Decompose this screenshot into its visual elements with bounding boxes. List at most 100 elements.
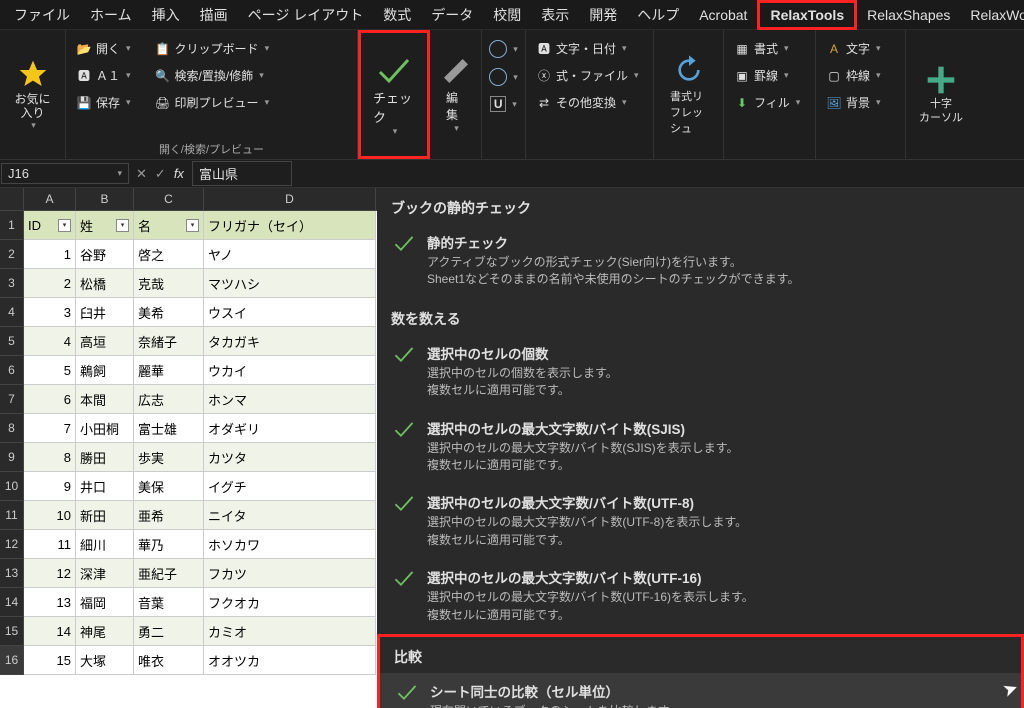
cell[interactable]: ウスイ: [204, 298, 376, 327]
cell[interactable]: 松橋: [76, 269, 134, 298]
cell[interactable]: フクオカ: [204, 588, 376, 617]
cell[interactable]: ホンマ: [204, 385, 376, 414]
cell[interactable]: 新田: [76, 501, 134, 530]
menubar-item[interactable]: RelaxWor: [960, 3, 1024, 27]
menubar-item[interactable]: 挿入: [142, 1, 190, 29]
clipboard-button[interactable]: 📋クリップボード▾: [151, 38, 274, 59]
cell[interactable]: 亜紀子: [134, 559, 204, 588]
cell[interactable]: 7: [24, 414, 76, 443]
print-preview-button[interactable]: 🖨印刷プレビュー▾: [151, 92, 274, 113]
menu-item[interactable]: シート同士の比較（セル単位）現在開いているブックのシートを比較します。セル単位の…: [380, 673, 1021, 708]
menubar-item[interactable]: データ: [421, 1, 483, 29]
cell[interactable]: 大塚: [76, 646, 134, 675]
filter-icon[interactable]: ▾: [58, 219, 71, 232]
menu-item[interactable]: 選択中のセルの最大文字数/バイト数(UTF-8)選択中のセルの最大文字数/バイト…: [377, 484, 1024, 559]
cancel-formula-icon[interactable]: ✕: [136, 166, 147, 182]
cell[interactable]: 神尾: [76, 617, 134, 646]
cell[interactable]: 井口: [76, 472, 134, 501]
cell[interactable]: イグチ: [204, 472, 376, 501]
cell[interactable]: 12: [24, 559, 76, 588]
row-header[interactable]: 15: [0, 617, 24, 646]
confirm-formula-icon[interactable]: ✓: [155, 166, 166, 182]
row-header[interactable]: 4: [0, 298, 24, 327]
cell[interactable]: 細川: [76, 530, 134, 559]
row-header[interactable]: 3: [0, 269, 24, 298]
frame-button[interactable]: ▢枠線▾: [822, 65, 899, 86]
cell[interactable]: 11: [24, 530, 76, 559]
cell[interactable]: オオツカ: [204, 646, 376, 675]
cell[interactable]: 克哉: [134, 269, 204, 298]
cell[interactable]: 美保: [134, 472, 204, 501]
cell[interactable]: 麗華: [134, 356, 204, 385]
open-button[interactable]: 📂開く▾: [72, 38, 135, 59]
menubar-item[interactable]: 表示: [531, 1, 579, 29]
round-icon-button-2[interactable]: ▾: [485, 66, 522, 88]
col-header[interactable]: C: [134, 188, 204, 210]
cell[interactable]: 奈緒子: [134, 327, 204, 356]
cell[interactable]: 美希: [134, 298, 204, 327]
cell[interactable]: 5: [24, 356, 76, 385]
text-button[interactable]: A文字▾: [822, 38, 899, 59]
cell[interactable]: 臼井: [76, 298, 134, 327]
row-header[interactable]: 11: [0, 501, 24, 530]
row-header[interactable]: 14: [0, 588, 24, 617]
row-header[interactable]: 13: [0, 559, 24, 588]
cell[interactable]: 谷野: [76, 240, 134, 269]
menubar-item[interactable]: 描画: [190, 1, 238, 29]
fill-button[interactable]: ⬇フィル▾: [730, 92, 809, 113]
u-button[interactable]: U▾: [486, 94, 521, 114]
round-icon-button[interactable]: ▾: [485, 38, 522, 60]
cell[interactable]: 勇二: [134, 617, 204, 646]
edit-button[interactable]: 編集▾: [436, 34, 475, 155]
row-header[interactable]: 6: [0, 356, 24, 385]
cell[interactable]: 4: [24, 327, 76, 356]
other-convert-button[interactable]: ⇄その他変換▾: [532, 92, 647, 113]
col-header[interactable]: A: [24, 188, 76, 210]
cell[interactable]: 8: [24, 443, 76, 472]
cell[interactable]: ヤノ: [204, 240, 376, 269]
menu-item[interactable]: 選択中のセルの個数選択中のセルの個数を表示します。複数セルに適用可能です。: [377, 335, 1024, 410]
menubar-item[interactable]: RelaxTools: [757, 0, 857, 30]
cell[interactable]: 14: [24, 617, 76, 646]
border-button[interactable]: ▣罫線▾: [730, 65, 809, 86]
cell[interactable]: 高垣: [76, 327, 134, 356]
formula-file-button[interactable]: ⓧ式・ファイル▾: [532, 65, 647, 86]
row-header[interactable]: 12: [0, 530, 24, 559]
cell[interactable]: 啓之: [134, 240, 204, 269]
cell[interactable]: 15: [24, 646, 76, 675]
header-cell[interactable]: フリガナ（セイ）: [204, 211, 376, 240]
cell[interactable]: オダギリ: [204, 414, 376, 443]
menu-item[interactable]: 選択中のセルの最大文字数/バイト数(SJIS)選択中のセルの最大文字数/バイト数…: [377, 410, 1024, 485]
cell[interactable]: カミオ: [204, 617, 376, 646]
cell[interactable]: カツタ: [204, 443, 376, 472]
cell[interactable]: 唯衣: [134, 646, 204, 675]
cell[interactable]: 1: [24, 240, 76, 269]
cell[interactable]: 勝田: [76, 443, 134, 472]
cell[interactable]: 3: [24, 298, 76, 327]
cell[interactable]: 10: [24, 501, 76, 530]
col-header[interactable]: B: [76, 188, 134, 210]
menubar-item[interactable]: ファイル: [4, 1, 80, 29]
menubar-item[interactable]: RelaxShapes: [857, 3, 960, 27]
menu-item[interactable]: 選択中のセルの最大文字数/バイト数(UTF-16)選択中のセルの最大文字数/バイ…: [377, 559, 1024, 634]
text-date-button[interactable]: 🅰文字・日付▾: [532, 38, 647, 59]
cell[interactable]: 歩実: [134, 443, 204, 472]
row-header[interactable]: 16: [0, 646, 24, 675]
name-box[interactable]: J16▾: [1, 163, 129, 184]
row-header[interactable]: 5: [0, 327, 24, 356]
menubar-item[interactable]: ホーム: [80, 1, 142, 29]
cell[interactable]: マツハシ: [204, 269, 376, 298]
spreadsheet-grid[interactable]: A B C D 1 ID▾ 姓▾ 名▾ フリガナ（セイ） 21谷野啓之ヤノ32松…: [0, 188, 377, 708]
menubar-item[interactable]: Acrobat: [689, 3, 757, 27]
menubar-item[interactable]: 校閲: [483, 1, 531, 29]
cross-cursor-button[interactable]: 十字 カーソル: [912, 34, 970, 155]
cell[interactable]: タカガキ: [204, 327, 376, 356]
search-replace-button[interactable]: 🔍検索/置換/修飾▾: [151, 65, 274, 86]
menubar-item[interactable]: ページ レイアウト: [238, 1, 374, 29]
cell[interactable]: 小田桐: [76, 414, 134, 443]
col-header[interactable]: D: [204, 188, 376, 210]
cell[interactable]: 福岡: [76, 588, 134, 617]
cell[interactable]: 広志: [134, 385, 204, 414]
save-button[interactable]: 💾保存▾: [72, 92, 135, 113]
fx-icon[interactable]: fx: [174, 166, 184, 181]
